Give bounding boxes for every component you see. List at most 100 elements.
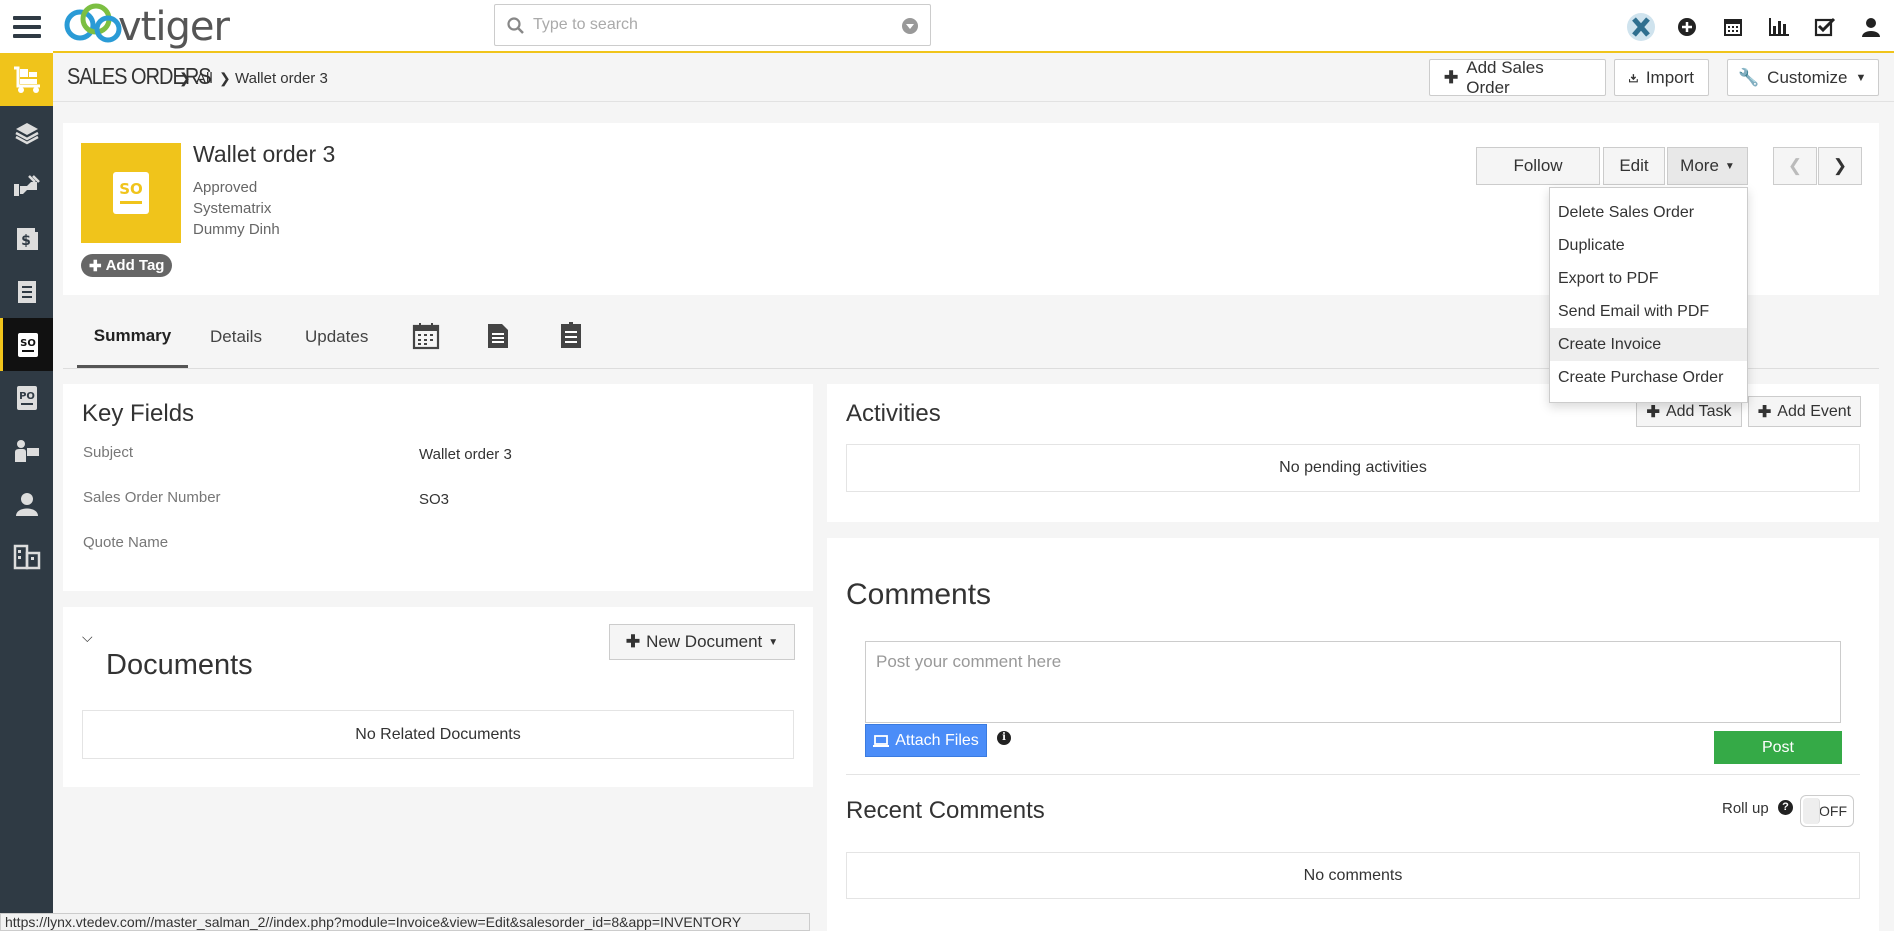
new-document-button[interactable]: ✚ New Document ▼ xyxy=(609,624,795,660)
logo-text: vtiger xyxy=(118,4,230,50)
top-bar: vtiger Type to search xyxy=(0,0,1894,53)
record-title: Wallet order 3 xyxy=(193,141,336,167)
tab-summary[interactable]: Summary xyxy=(77,306,188,368)
user-icon[interactable] xyxy=(1848,0,1894,53)
bar-chart-icon[interactable] xyxy=(1756,0,1802,53)
documents-panel: ⌵ Documents ✚ New Document ▼ No Related … xyxy=(63,607,813,787)
field-value-so-number[interactable]: SO3 xyxy=(419,491,449,508)
key-fields-panel: Key Fields Subject Wallet order 3 Sales … xyxy=(63,384,813,591)
attach-files-button[interactable]: Attach Files xyxy=(865,724,987,757)
post-button[interactable]: Post xyxy=(1714,731,1842,764)
more-button[interactable]: More ▼ xyxy=(1667,147,1748,185)
key-fields-title: Key Fields xyxy=(82,400,195,427)
svg-text:PO: PO xyxy=(19,391,35,402)
inventory-icon[interactable] xyxy=(0,53,53,106)
recent-comments-title: Recent Comments xyxy=(846,797,1045,824)
plus-icon: ✚ xyxy=(1757,403,1772,421)
caret-down-icon: ▼ xyxy=(1724,160,1735,172)
chevron-left-icon: ❮ xyxy=(1787,156,1803,175)
chevron-right-icon: ❯ xyxy=(1832,156,1848,175)
calendar-icon[interactable] xyxy=(1710,0,1756,53)
vendor-icon[interactable] xyxy=(0,424,53,477)
menu-item-send-email-pdf[interactable]: Send Email with PDF xyxy=(1550,295,1747,328)
checkbox-icon[interactable] xyxy=(1802,0,1848,53)
status-bar-url: https://lynx.vtedev.com//master_salman_2… xyxy=(0,913,810,931)
add-tag-button[interactable]: ✚ Add Tag xyxy=(81,254,173,277)
breadcrumb-record: Wallet order 3 xyxy=(235,70,328,87)
add-sales-order-button[interactable]: ✚ Add Sales Order xyxy=(1429,58,1606,97)
plus-icon: ✚ xyxy=(1646,403,1660,421)
svg-text:SO: SO xyxy=(119,180,143,198)
documents-empty: No Related Documents xyxy=(82,710,794,759)
info-icon[interactable]: i xyxy=(997,731,1011,745)
menu-item-export-pdf[interactable]: Export to PDF xyxy=(1550,262,1747,295)
add-event-button[interactable]: ✚ Add Event xyxy=(1748,396,1861,427)
menu-item-create-invoice[interactable]: Create Invoice xyxy=(1550,328,1747,361)
record-status: Approved xyxy=(193,179,258,196)
new-document-label: New Document xyxy=(646,632,763,651)
more-dropdown-menu: Delete Sales Order Duplicate Export to P… xyxy=(1549,187,1748,403)
tab-details[interactable]: Details xyxy=(210,306,262,368)
field-value-subject[interactable]: Wallet order 3 xyxy=(419,446,512,463)
contact-icon[interactable] xyxy=(0,477,53,530)
follow-button[interactable]: Follow xyxy=(1476,147,1600,185)
import-label: Import xyxy=(1645,67,1694,87)
edit-button[interactable]: Edit xyxy=(1603,147,1665,185)
layers-icon[interactable] xyxy=(0,106,53,159)
purchase-order-icon[interactable]: PO xyxy=(0,371,53,424)
global-search[interactable]: Type to search xyxy=(494,4,931,46)
add-task-label: Add Task xyxy=(1665,402,1732,420)
search-options-icon[interactable] xyxy=(902,18,918,34)
next-record-button[interactable]: ❯ xyxy=(1818,147,1862,185)
chevron-right-icon: ❯ xyxy=(219,70,231,86)
invoice-icon[interactable]: $ xyxy=(0,212,53,265)
menu-icon[interactable] xyxy=(0,0,53,53)
documents-title: Documents xyxy=(106,649,253,681)
organization-icon[interactable] xyxy=(0,530,53,583)
menu-item-create-purchase-order[interactable]: Create Purchase Order xyxy=(1550,361,1747,394)
invoice-doc-icon[interactable] xyxy=(556,320,586,352)
caret-down-icon: ▼ xyxy=(768,636,779,648)
previous-record-button[interactable]: ❮ xyxy=(1773,147,1817,185)
activities-title: Activities xyxy=(846,400,941,427)
document-icon[interactable] xyxy=(483,320,513,352)
customize-button[interactable]: 🔧 Customize ▼ xyxy=(1727,59,1879,96)
roll-up-toggle[interactable]: OFF xyxy=(1800,795,1854,827)
add-tag-label: Add Tag xyxy=(105,257,165,274)
handshake-icon[interactable] xyxy=(0,159,53,212)
menu-item-delete[interactable]: Delete Sales Order xyxy=(1550,196,1747,229)
comments-divider xyxy=(846,774,1860,775)
help-icon[interactable]: ? xyxy=(1778,800,1793,815)
module-header: SALES ORDERS ❯ All ❯ Wallet order 3 ✚ Ad… xyxy=(53,55,1894,102)
chevron-down-icon[interactable]: ⌵ xyxy=(82,629,93,646)
sales-order-icon[interactable]: SO xyxy=(0,318,53,371)
plus-icon: ✚ xyxy=(1444,67,1459,87)
vtiger-x-icon[interactable] xyxy=(1618,0,1664,53)
record-owner: Dummy Dinh xyxy=(193,221,280,238)
search-placeholder: Type to search xyxy=(533,16,638,33)
add-event-label: Add Event xyxy=(1777,402,1852,420)
laptop-icon xyxy=(873,734,890,747)
book-icon[interactable] xyxy=(0,265,53,318)
customize-label: Customize xyxy=(1767,67,1848,87)
menu-item-duplicate[interactable]: Duplicate xyxy=(1550,229,1747,262)
tab-updates[interactable]: Updates xyxy=(305,306,368,368)
field-label-subject: Subject xyxy=(83,444,134,461)
sales-order-record-icon: SO xyxy=(81,143,181,243)
attach-files-label: Attach Files xyxy=(895,731,979,749)
plus-circle-icon[interactable] xyxy=(1664,0,1710,53)
activities-empty: No pending activities xyxy=(846,444,1860,492)
svg-text:$: $ xyxy=(21,233,31,249)
comment-textarea[interactable]: Post your comment here xyxy=(865,641,1841,723)
comments-title: Comments xyxy=(846,578,992,611)
chevron-right-icon: ❯ xyxy=(179,70,191,86)
wrench-icon: 🔧 xyxy=(1738,67,1760,87)
calendar-icon[interactable] xyxy=(411,320,441,352)
record-organization[interactable]: Systematrix xyxy=(193,200,271,217)
more-label: More xyxy=(1680,156,1719,175)
search-icon xyxy=(507,17,524,34)
comments-empty: No comments xyxy=(846,852,1860,899)
vtiger-logo[interactable]: vtiger xyxy=(62,2,262,50)
breadcrumb-filter[interactable]: All xyxy=(196,70,213,87)
import-button[interactable]: Import xyxy=(1614,59,1709,96)
